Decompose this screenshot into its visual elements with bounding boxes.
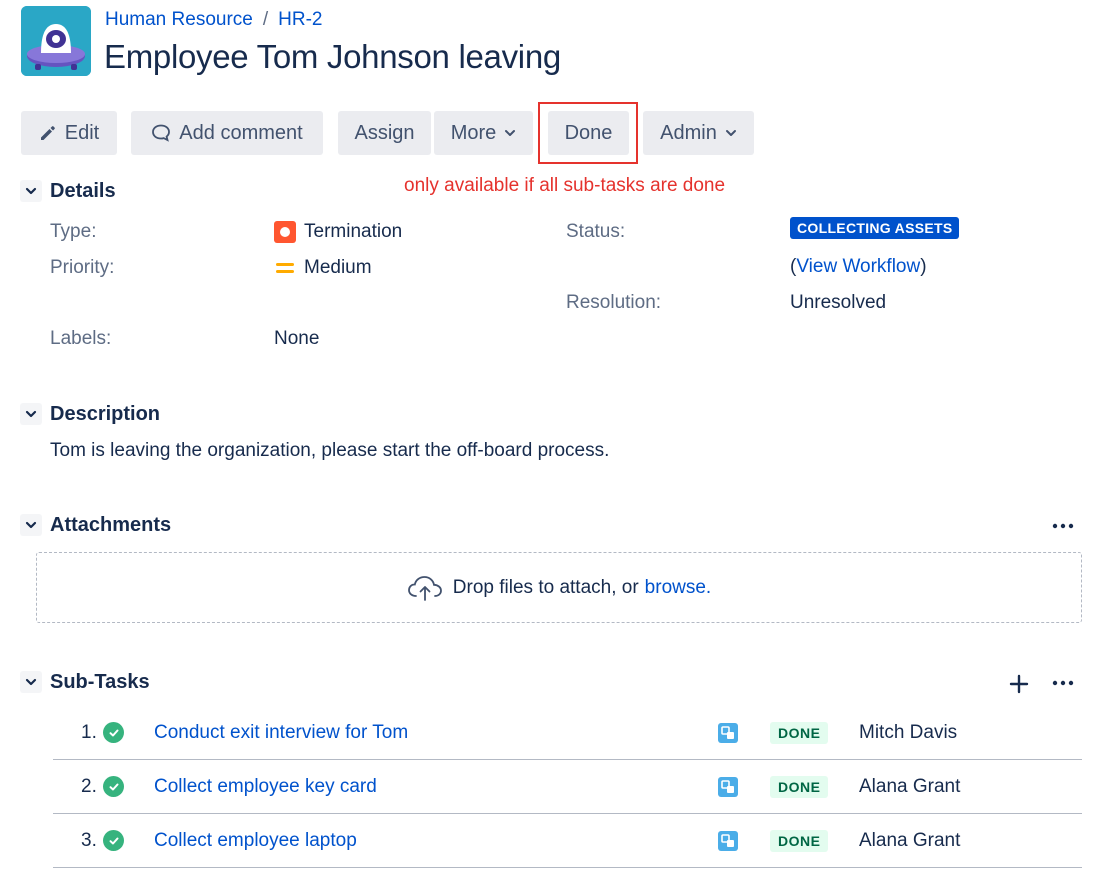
subtask-status-lozenge: DONE [770, 829, 829, 852]
chevron-down-icon [725, 130, 736, 136]
pencil-icon [40, 126, 55, 140]
page-title[interactable]: Employee Tom Johnson leaving [104, 38, 561, 76]
create-subtask-button[interactable] [1007, 672, 1031, 701]
subtask-type-icon [718, 776, 738, 797]
subtask-number: 3. [81, 829, 97, 851]
subtask-number: 2. [81, 775, 97, 797]
description-heading: Description [50, 403, 161, 425]
breadcrumb-project-link[interactable]: Human Resource [105, 9, 253, 31]
description-toggle[interactable] [20, 403, 42, 425]
subtask-type-icon [718, 830, 738, 851]
view-workflow: ( View Workflow ) [790, 256, 927, 278]
priority-value-text: Medium [304, 257, 372, 278]
subtask-status-lozenge: DONE [770, 721, 829, 744]
browse-link[interactable]: browse. [645, 577, 712, 599]
comment-icon [152, 124, 171, 142]
type-value: Termination [274, 221, 402, 243]
subtask-row[interactable]: 2. Collect employee key card DONE Alana … [53, 760, 1082, 814]
subtask-assignee: Alana Grant [859, 829, 961, 851]
plus-icon [1009, 674, 1029, 694]
subtask-summary-link[interactable]: Collect employee key card [154, 776, 377, 798]
add-comment-button[interactable]: Add comment [131, 111, 323, 155]
more-button-label: More [450, 121, 497, 144]
status-lozenge: COLLECTING ASSETS [790, 217, 960, 239]
view-workflow-link[interactable]: View Workflow [796, 256, 920, 278]
subtask-number: 1. [81, 721, 97, 743]
subtask-assignee: Mitch Davis [859, 721, 958, 743]
subtask-row[interactable]: 3. Collect employee laptop DONE Alana Gr… [53, 814, 1082, 868]
status-label: Status: [566, 221, 626, 242]
subtasks-more-actions[interactable] [1051, 671, 1075, 700]
subtask-status-lozenge: DONE [770, 775, 829, 798]
labels-value[interactable]: None [274, 328, 319, 350]
termination-icon [274, 221, 296, 243]
check-circle-icon [103, 776, 124, 797]
more-horizontal-icon [1052, 523, 1074, 529]
more-button[interactable]: More [434, 111, 533, 155]
attachment-dropzone[interactable]: Drop files to attach, or browse. [36, 552, 1082, 623]
attachments-toggle[interactable] [20, 514, 42, 536]
chevron-down-icon [25, 521, 37, 529]
type-label: Type: [50, 221, 97, 242]
chevron-down-icon [25, 678, 37, 686]
breadcrumb: Human Resource / HR-2 [105, 9, 322, 31]
subtask-assignee: Alana Grant [859, 775, 961, 797]
check-circle-icon [103, 722, 124, 743]
resolution-label: Resolution: [566, 292, 662, 313]
edit-button[interactable]: Edit [21, 111, 117, 155]
details-toggle[interactable] [20, 180, 42, 202]
assign-button-label: Assign [354, 121, 415, 144]
attachments-more-actions[interactable] [1051, 514, 1075, 543]
done-transition-button[interactable]: Done [548, 111, 629, 155]
breadcrumb-separator: / [262, 9, 269, 30]
annotation-note: only available if all sub-tasks are done [404, 175, 726, 196]
edit-button-label: Edit [64, 121, 100, 144]
admin-button[interactable]: Admin [643, 111, 754, 155]
more-horizontal-icon [1052, 680, 1074, 686]
project-avatar[interactable] [21, 6, 91, 76]
status-value: COLLECTING ASSETS [790, 217, 960, 239]
check-circle-icon [103, 830, 124, 851]
subtask-summary-link[interactable]: Collect employee laptop [154, 830, 357, 852]
labels-label: Labels: [50, 328, 112, 349]
resolution-value: Unresolved [790, 292, 887, 313]
attachments-heading: Attachments [50, 514, 172, 536]
dropzone-text: Drop files to attach, or [452, 576, 639, 598]
subtasks-heading: Sub-Tasks [50, 671, 150, 693]
chevron-down-icon [25, 410, 37, 418]
admin-button-label: Admin [660, 121, 717, 144]
priority-label: Priority: [50, 257, 115, 278]
details-heading: Details [50, 180, 116, 202]
description-text[interactable]: Tom is leaving the organization, please … [50, 440, 609, 462]
assign-button[interactable]: Assign [338, 111, 431, 155]
chevron-down-icon [25, 187, 37, 195]
priority-value: Medium [274, 257, 372, 279]
subtask-type-icon [718, 722, 738, 743]
type-value-text: Termination [304, 221, 403, 242]
upload-cloud-icon [407, 575, 442, 601]
priority-medium-icon [276, 263, 294, 273]
breadcrumb-issue-key-link[interactable]: HR-2 [278, 9, 322, 31]
subtasks-toggle[interactable] [20, 671, 42, 693]
view-workflow-close-paren: ) [920, 256, 927, 277]
chevron-down-icon [505, 130, 516, 136]
add-comment-button-label: Add comment [179, 121, 303, 144]
subtask-summary-link[interactable]: Conduct exit interview for Tom [154, 722, 408, 744]
subtask-row[interactable]: 1. Conduct exit interview for Tom DONE M… [53, 706, 1082, 760]
done-button-label: Done [564, 121, 613, 144]
